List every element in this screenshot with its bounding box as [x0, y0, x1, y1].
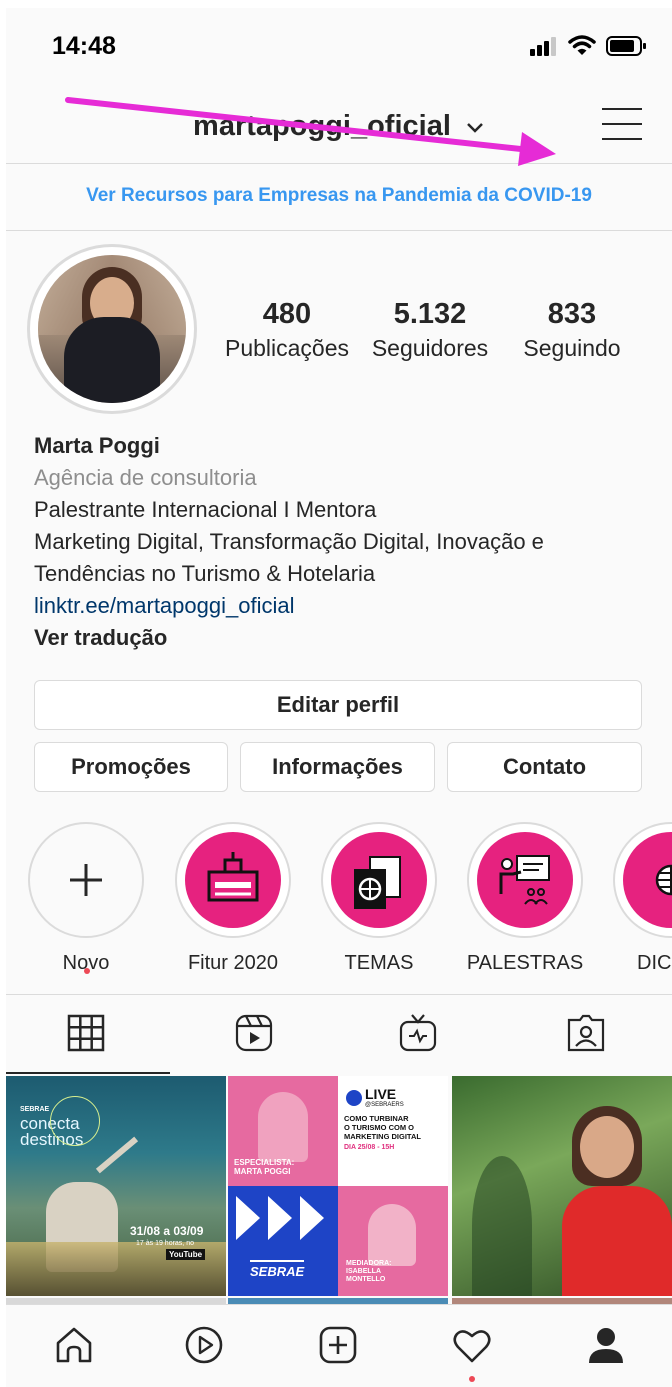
status-icons [530, 35, 646, 57]
stat-following[interactable]: 833 Seguindo [512, 298, 632, 362]
active-tab-indicator [6, 1072, 170, 1074]
activity-icon [453, 1330, 491, 1363]
stat-posts[interactable]: 480 Publicações [224, 298, 350, 362]
info-button[interactable]: Informações [240, 742, 435, 792]
profile-avatar[interactable] [27, 244, 197, 414]
promotions-button[interactable]: Promoções [34, 742, 228, 792]
profile-link[interactable]: linktr.ee/martapoggi_oficial [34, 590, 664, 622]
stat-posts-value: 480 [262, 298, 312, 330]
highlight-dic[interactable]: DIC [611, 822, 672, 975]
translate-link[interactable]: Ver tradução [34, 622, 664, 654]
globe-icon [655, 864, 672, 896]
profile-bio: Marta Poggi Agência de consultoria Pales… [34, 430, 664, 654]
stat-following-label: Seguindo [523, 335, 621, 361]
highlight-label: DIC [637, 952, 672, 974]
edit-profile-button[interactable]: Editar perfil [34, 680, 642, 730]
new-post-icon [319, 1326, 357, 1364]
stat-following-value: 833 [547, 298, 597, 330]
menu-icon[interactable] [602, 108, 642, 144]
bio-line: Tendências no Turismo & Hotelaria [34, 561, 376, 586]
stat-followers[interactable]: 5.132 Seguidores [364, 298, 496, 362]
grid-icon [67, 1014, 105, 1052]
bio-line: Palestrante Internacional I Mentora [34, 497, 377, 522]
profile-screen: 14:48 martapoggi_oficial Ver Recursos pa… [6, 8, 672, 1387]
highlight-label: Fitur 2020 [187, 952, 279, 974]
covid-resources-link[interactable]: Ver Recursos para Empresas na Pandemia d… [6, 165, 672, 231]
stat-followers-value: 5.132 [393, 298, 467, 330]
tab-reels[interactable] [234, 1013, 274, 1053]
reels-icon [235, 1014, 273, 1052]
profile-category: Agência de consultoria [34, 465, 257, 490]
building-icon [207, 852, 259, 902]
chevron-down-icon [467, 123, 483, 134]
plus-icon [70, 864, 102, 896]
highlight-fitur-2020[interactable]: Fitur 2020 [173, 822, 293, 975]
bottom-nav [6, 1304, 672, 1387]
nav-activity[interactable] [450, 1323, 494, 1367]
account-switcher[interactable]: martapoggi_oficial [6, 110, 672, 143]
nav-new-post[interactable] [316, 1323, 360, 1367]
nav-home[interactable] [52, 1323, 96, 1367]
profile-icon [589, 1328, 623, 1363]
highlight-palestras[interactable]: PALESTRAS [465, 822, 585, 975]
wifi-icon [568, 35, 596, 55]
tab-grid[interactable] [66, 1013, 106, 1053]
home-icon [56, 1327, 92, 1363]
new-highlight-dot [84, 968, 90, 974]
bio-line: Marketing Digital, Transformação Digital… [34, 529, 544, 554]
post-thumbnail[interactable]: SEBRAE conecta destinos 31/08 a 03/09 17 … [6, 1076, 226, 1296]
tagged-icon [567, 1014, 605, 1052]
igtv-icon [399, 1014, 437, 1052]
profile-header-bar: martapoggi_oficial [6, 88, 672, 164]
post-thumbnail[interactable] [452, 1076, 672, 1296]
activity-notification-dot [469, 1376, 475, 1382]
contact-button[interactable]: Contato [447, 742, 642, 792]
highlight-temas[interactable]: TEMAS [319, 822, 439, 975]
presenter-icon [499, 855, 550, 905]
stat-posts-label: Publicações [224, 335, 350, 361]
passport-icon [354, 856, 401, 909]
nav-profile[interactable] [584, 1323, 628, 1367]
stat-followers-label: Seguidores [371, 335, 489, 361]
username-label: martapoggi_oficial [193, 110, 451, 142]
highlight-label: TEMAS [344, 952, 414, 974]
reels-icon [185, 1326, 223, 1364]
profile-tabs [6, 994, 672, 1074]
status-time: 14:48 [52, 32, 116, 60]
post-thumbnail[interactable]: ESPECIALISTA: MARTA POGGI SEBRAE LIVE @SE… [228, 1076, 448, 1296]
signal-icon [530, 37, 556, 56]
profile-name: Marta Poggi [34, 433, 160, 458]
highlight-label: PALESTRAS [466, 952, 584, 974]
avatar [38, 255, 186, 403]
highlight-new[interactable]: Novo [26, 822, 146, 975]
chevrons-icon [236, 1196, 324, 1240]
status-bar: 14:48 [6, 8, 672, 88]
nav-reels[interactable] [182, 1323, 226, 1367]
tab-igtv[interactable] [398, 1013, 438, 1053]
battery-icon [606, 36, 646, 56]
tab-tagged[interactable] [566, 1013, 606, 1053]
